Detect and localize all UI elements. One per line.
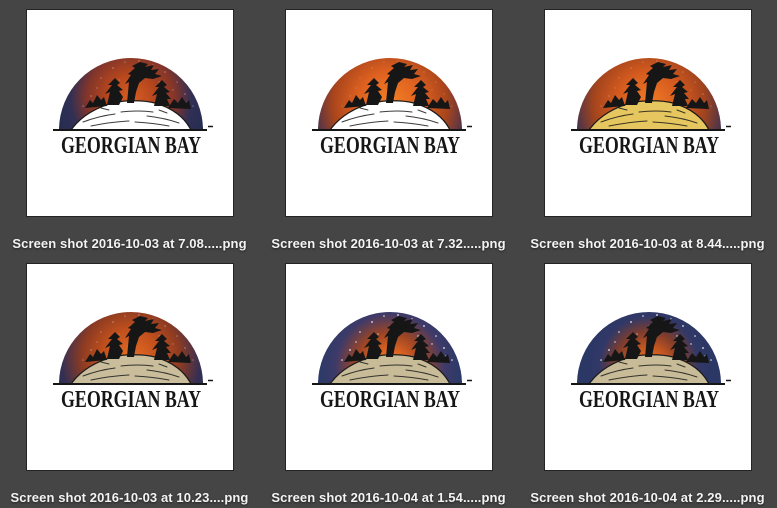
logo-wordmark: GEORGIAN BAY [320,387,460,413]
file-tile[interactable]: GEORGIAN BAY Screen shot 2016-10-03 at 1… [0,254,259,508]
file-name-label[interactable]: Screen shot 2016-10-03 at 7.32.....png [271,236,505,251]
file-tile[interactable]: GEORGIAN BAY Screen shot 2016-10-04 at 2… [518,254,777,508]
file-thumbnail[interactable]: GEORGIAN BAY [543,263,752,471]
logo-wordmark: GEORGIAN BAY [579,133,719,159]
file-tile[interactable]: GEORGIAN BAY Screen shot 2016-10-04 at 1… [259,254,518,508]
file-name-label[interactable]: Screen shot 2016-10-03 at 7.08.....png [12,236,246,251]
file-name-label[interactable]: Screen shot 2016-10-03 at 10.23....png [11,490,249,505]
file-name-label[interactable]: Screen shot 2016-10-04 at 1.54.....png [271,490,505,505]
file-tile[interactable]: GEORGIAN BAY Screen shot 2016-10-03 at 7… [259,0,518,254]
file-name-label[interactable]: Screen shot 2016-10-03 at 8.44.....png [530,236,764,251]
georgian-bay-logo: GEORGIAN BAY [311,58,472,159]
logo-wordmark: GEORGIAN BAY [579,387,719,413]
file-thumbnail[interactable]: GEORGIAN BAY [284,263,493,471]
logo-wordmark: GEORGIAN BAY [61,387,201,413]
logo-wordmark: GEORGIAN BAY [320,133,460,159]
file-tile[interactable]: GEORGIAN BAY Screen shot 2016-10-03 at 7… [0,0,259,254]
file-thumbnail[interactable]: GEORGIAN BAY [25,9,234,217]
georgian-bay-logo: GEORGIAN BAY [52,58,213,159]
file-name-label[interactable]: Screen shot 2016-10-04 at 2.29.....png [530,490,764,505]
georgian-bay-logo: GEORGIAN BAY [570,312,731,413]
georgian-bay-logo: GEORGIAN BAY [311,312,472,413]
file-thumbnail[interactable]: GEORGIAN BAY [25,263,234,471]
georgian-bay-logo: GEORGIAN BAY [570,58,731,159]
file-thumbnail[interactable]: GEORGIAN BAY [543,9,752,217]
file-tile[interactable]: GEORGIAN BAY Screen shot 2016-10-03 at 8… [518,0,777,254]
file-grid: GEORGIAN BAY Screen shot 2016-10-03 at 7… [0,0,777,508]
file-thumbnail[interactable]: GEORGIAN BAY [284,9,493,217]
georgian-bay-logo: GEORGIAN BAY [52,312,213,413]
logo-wordmark: GEORGIAN BAY [61,133,201,159]
